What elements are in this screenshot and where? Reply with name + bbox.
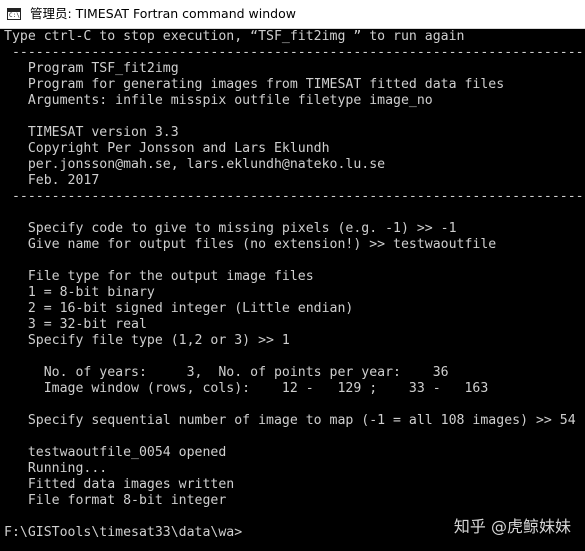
window-title: 管理员: TIMESAT Fortran command window (30, 6, 296, 21)
console-line: File type for the output image files (4, 269, 314, 284)
console-line: Specify code to give to missing pixels (… (4, 221, 457, 236)
console-output[interactable]: Type ctrl-C to stop execution, “TSF_fit2… (4, 29, 585, 551)
console-line: Specify file type (1,2 or 3) >> 1 (4, 333, 290, 348)
console-line: Image window (rows, cols): 12 - 129 ; 33… (4, 381, 489, 396)
console-line: Program TSF_fit2img (4, 61, 179, 76)
console-line: ----------------------------------------… (4, 45, 585, 60)
console-line: Arguments: infile misspix outfile filety… (4, 93, 433, 108)
console-line: Specify sequential number of image to ma… (4, 413, 576, 428)
console-line: testwaoutfile_0054 opened (4, 445, 227, 460)
console-line: Give name for output files (no extension… (4, 237, 497, 252)
console-line: Program for generating images from TIMES… (4, 77, 505, 92)
console-line: No. of years: 3, No. of points per year:… (4, 365, 449, 380)
console-line: 2 = 16-bit signed integer (Little endian… (4, 301, 354, 316)
console-line: Type ctrl-C to stop execution, “TSF_fit2… (4, 29, 465, 44)
watermark: 知乎 @虎鲸妹妹 (453, 517, 571, 536)
title-bar[interactable]: C:\ 管理员: TIMESAT Fortran command window (0, 0, 585, 29)
console-line: 3 = 32-bit real (4, 317, 147, 332)
console-line: File format 8-bit integer (4, 493, 227, 508)
console-line: ----------------------------------------… (4, 189, 585, 204)
console-line: Fitted data images written (4, 477, 235, 492)
console-line: TIMESAT version 3.3 (4, 125, 179, 140)
console-line: per.jonsson@mah.se, lars.eklundh@nateko.… (4, 157, 386, 172)
console-line: Feb. 2017 (4, 173, 100, 188)
console-line: 1 = 8-bit binary (4, 285, 155, 300)
console-line: Running... (4, 461, 108, 476)
console-icon: C:\ (7, 8, 21, 20)
console-line: Copyright Per Jonsson and Lars Eklundh (4, 141, 330, 156)
console-window: C:\ 管理员: TIMESAT Fortran command window … (0, 0, 585, 551)
